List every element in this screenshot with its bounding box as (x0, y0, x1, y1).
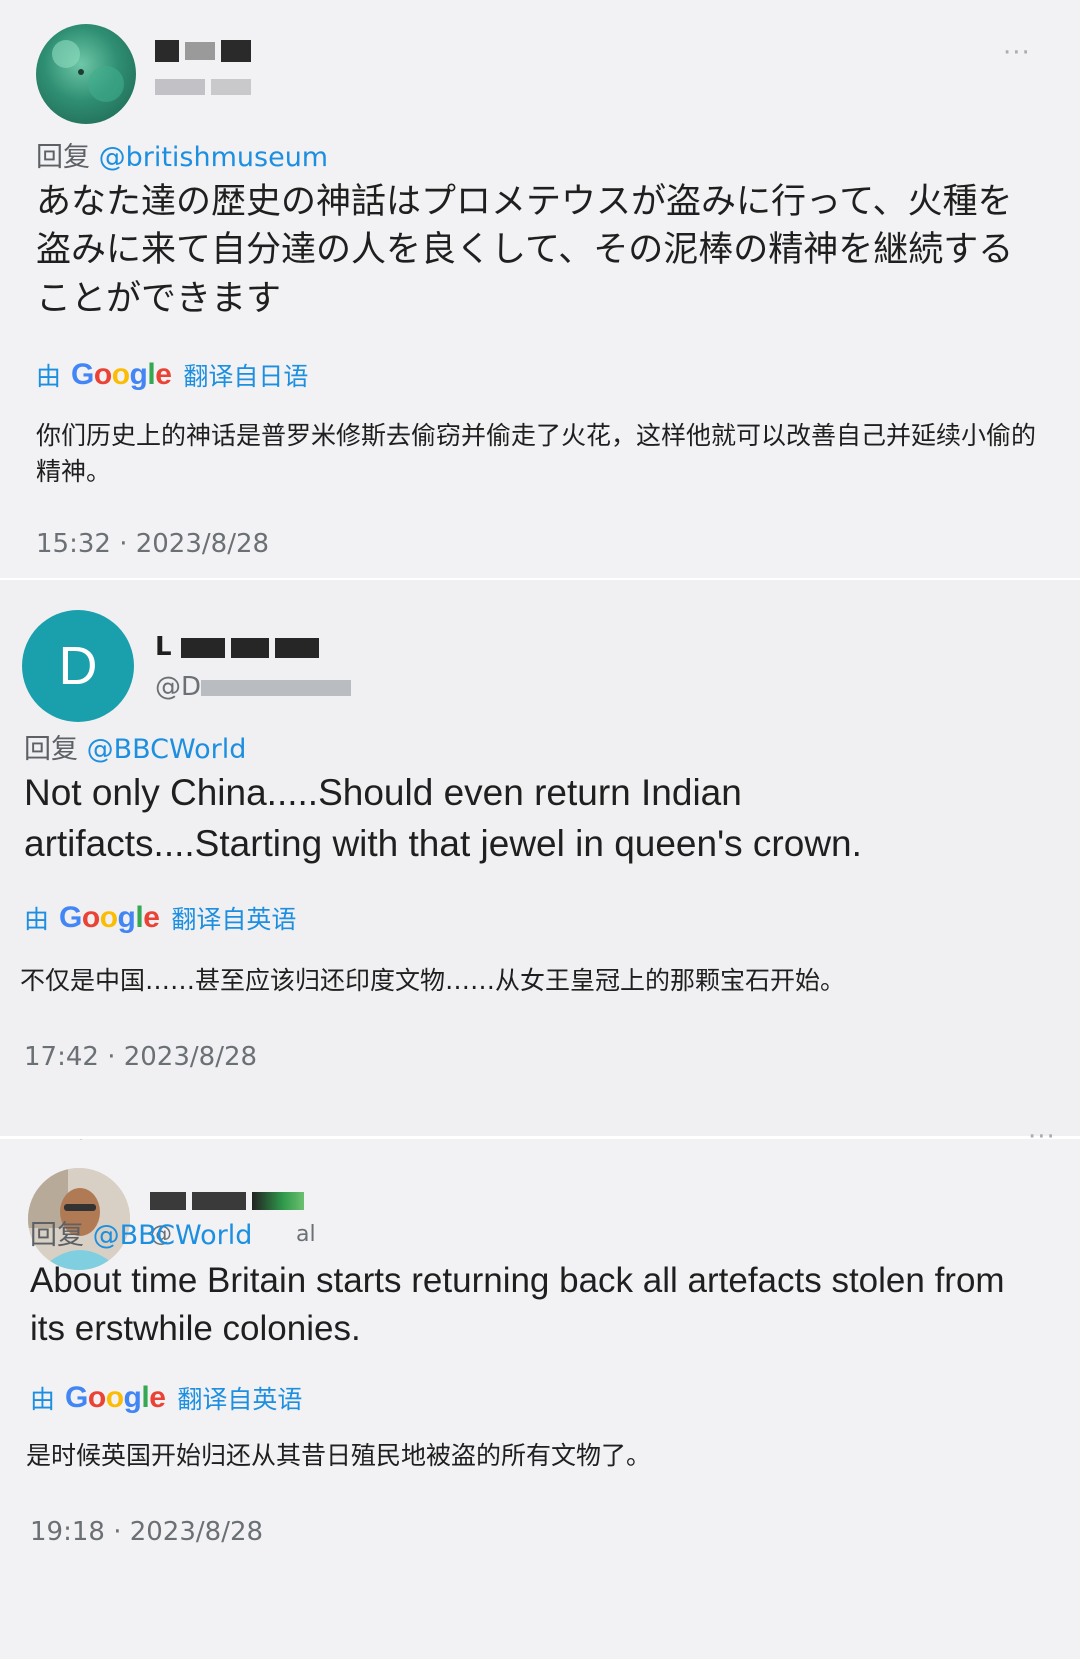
more-horizontal-icon[interactable]: ··· (1028, 1122, 1056, 1152)
display-name (155, 40, 257, 62)
reply-label: 回复 (36, 142, 90, 173)
translation-attribution[interactable]: 由 Google 翻译自日语 (36, 357, 308, 393)
more-horizontal-icon[interactable]: ··· (1003, 38, 1031, 68)
translate-source-label: 翻译自日语 (183, 362, 309, 391)
tweet-2[interactable]: D L @D 回复 @BBCWorld Not only China.....S… (0, 580, 1080, 1138)
user-identity[interactable]: L @D (155, 632, 357, 702)
user-avatar[interactable] (36, 24, 136, 124)
tweet-timestamp[interactable]: 17:42 · 2023/8/28 (24, 1042, 257, 1072)
avatar-letter: D (58, 636, 98, 696)
translate-by-label: 由 (36, 362, 62, 391)
avatar-image (52, 40, 124, 102)
translate-source-label: 翻译自英语 (177, 1385, 303, 1414)
tweet-1[interactable]: ··· 回复 @britishmuseum あなた達の歴史の神話はプロメテウスが… (0, 0, 1080, 580)
username (155, 76, 257, 95)
translated-text: 是时候英国开始归还从其昔日殖民地被盗的所有文物了。 (26, 1441, 652, 1470)
tweet-timestamp[interactable]: 19:18 · 2023/8/28 (30, 1517, 263, 1547)
display-name: L (155, 632, 357, 662)
translated-text: 你们历史上的神话是普罗米修斯去偷窃并偷走了火花，这样他就可以改善自己并延续小偷的… (36, 421, 1037, 487)
reply-handle-link[interactable]: @BBCWorld (87, 734, 247, 765)
reply-handle-link[interactable]: @britishmuseum (99, 142, 329, 173)
translate-by-label: 由 (24, 905, 50, 934)
translation-attribution[interactable]: 由 Google 翻译自英语 (24, 900, 296, 936)
translated-text: 不仅是中国……甚至应该归还印度文物……从女王皇冠上的那颗宝石开始。 (20, 966, 846, 995)
tweet-3[interactable]: @ al ··· 回复 @BBCWorld About time Britain… (0, 1122, 1080, 1659)
translation-attribution[interactable]: 由 Google 翻译自英语 (30, 1380, 302, 1416)
tweet-text: About time Britain starts returning back… (30, 1261, 1005, 1349)
reply-handle-link[interactable]: @BBCWorld (93, 1220, 253, 1251)
tweet-text: あなた達の歴史の神話はプロメテウスが盗みに行って、火種を盗みに来て自分達の人を良… (36, 182, 1014, 319)
reply-to: 回复 @BBCWorld (24, 727, 246, 766)
reply-to-text: 回复 @BBCWorld (30, 1213, 252, 1252)
user-identity[interactable] (155, 40, 257, 95)
google-logo: Google (71, 358, 172, 391)
translate-by-label: 由 (30, 1385, 56, 1414)
google-logo: Google (59, 901, 160, 934)
reply-label: 回复 (30, 1220, 84, 1251)
reply-label: 回复 (24, 734, 78, 765)
google-logo: Google (65, 1381, 166, 1414)
tweet-text: Not only China.....Should even return In… (24, 772, 862, 865)
user-avatar[interactable]: D (22, 610, 134, 722)
translate-source-label: 翻译自英语 (171, 905, 297, 934)
display-name (150, 1190, 316, 1210)
divider (0, 1136, 1080, 1139)
reply-to: 回复 @britishmuseum (36, 135, 328, 174)
tweet-timestamp[interactable]: 15:32 · 2023/8/28 (36, 529, 269, 559)
username: @D (155, 672, 357, 702)
